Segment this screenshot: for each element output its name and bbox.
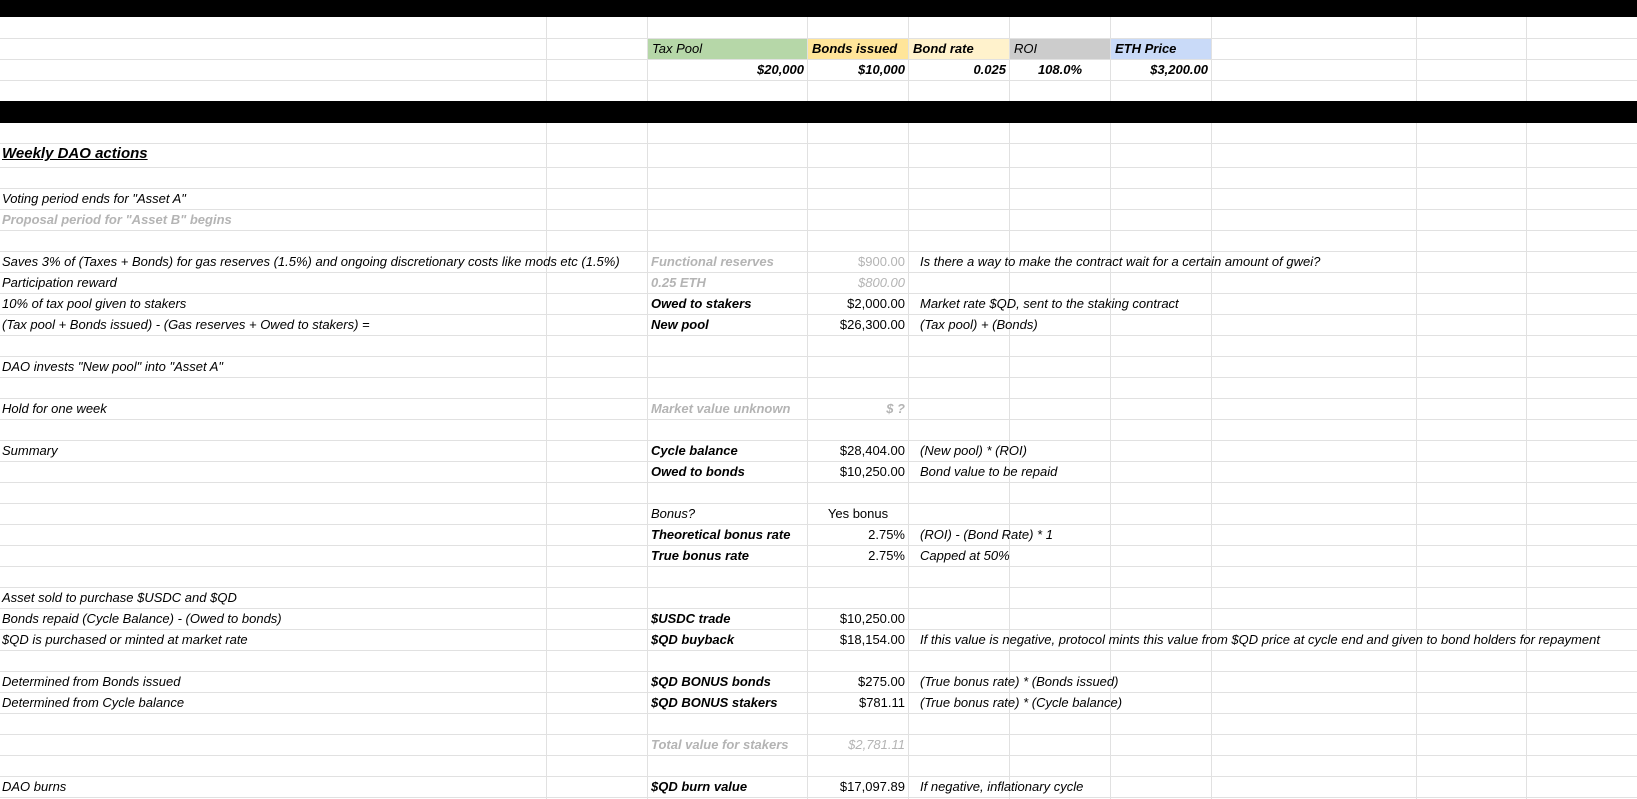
theoretical-bonus-note[interactable]: (ROI) - (Bond Rate) * 1: [920, 525, 1053, 545]
stakers-note[interactable]: Market rate $QD, sent to the staking con…: [920, 294, 1179, 314]
proposal-desc[interactable]: Proposal period for "Asset B" begins: [2, 210, 232, 230]
reserves-note[interactable]: Is there a way to make the contract wait…: [920, 252, 1320, 272]
roi-value[interactable]: 108.0%: [1010, 60, 1110, 80]
participation-label[interactable]: 0.25 ETH: [651, 273, 706, 293]
grid-row-line: [0, 80, 1637, 81]
qd-bonus-bonds-label[interactable]: $QD BONUS bonds: [651, 672, 771, 692]
buyback-note[interactable]: If this value is negative, protocol mint…: [920, 630, 1600, 650]
bonus-stakers-desc[interactable]: Determined from Cycle balance: [2, 693, 184, 713]
new-pool-note[interactable]: (Tax pool) + (Bonds): [920, 315, 1038, 335]
functional-reserves-value[interactable]: $900.00: [808, 252, 905, 272]
total-stakers-label[interactable]: Total value for stakers: [651, 735, 789, 755]
cycle-balance-value[interactable]: $28,404.00: [808, 441, 905, 461]
grid-row-line: [0, 713, 1637, 714]
summary-desc[interactable]: Summary: [2, 441, 58, 461]
bond-rate-label[interactable]: Bond rate: [913, 39, 1007, 59]
theoretical-bonus-value[interactable]: 2.75%: [808, 525, 905, 545]
owed-bonds-label[interactable]: Owed to bonds: [651, 462, 745, 482]
owed-stakers-value[interactable]: $2,000.00: [808, 294, 905, 314]
top-black-bar: [0, 0, 1637, 17]
owed-bonds-value[interactable]: $10,250.00: [808, 462, 905, 482]
grid-row-line: [0, 143, 1637, 144]
functional-reserves-label[interactable]: Functional reserves: [651, 252, 774, 272]
bonus-bonds-note[interactable]: (True bonus rate) * (Bonds issued): [920, 672, 1118, 692]
new-pool-value[interactable]: $26,300.00: [808, 315, 905, 335]
grid-row-line: [0, 587, 1637, 588]
new-pool-label[interactable]: New pool: [651, 315, 709, 335]
market-value-value[interactable]: $ ?: [808, 399, 905, 419]
grid-row-line: [0, 335, 1637, 336]
eth-price-value[interactable]: $3,200.00: [1111, 60, 1208, 80]
grid-row-line: [0, 482, 1637, 483]
bonus-stakers-note[interactable]: (True bonus rate) * (Cycle balance): [920, 693, 1122, 713]
bonus-bonds-desc[interactable]: Determined from Bonds issued: [2, 672, 180, 692]
grid-row-line: [0, 797, 1637, 798]
total-stakers-value[interactable]: $2,781.11: [808, 735, 905, 755]
usdc-desc[interactable]: Bonds repaid (Cycle Balance) - (Owed to …: [2, 609, 282, 629]
cycle-balance-note[interactable]: (New pool) * (ROI): [920, 441, 1027, 461]
theoretical-bonus-label[interactable]: Theoretical bonus rate: [651, 525, 790, 545]
hold-desc[interactable]: Hold for one week: [2, 399, 107, 419]
bonus-value[interactable]: Yes bonus: [808, 504, 908, 524]
grid-row-line: [0, 209, 1637, 210]
stakers-desc[interactable]: 10% of tax pool given to stakers: [2, 294, 186, 314]
qd-bonus-bonds-value[interactable]: $275.00: [808, 672, 905, 692]
owed-stakers-label[interactable]: Owed to stakers: [651, 294, 751, 314]
true-bonus-label[interactable]: True bonus rate: [651, 546, 749, 566]
grid-row-line: [0, 230, 1637, 231]
roi-label[interactable]: ROI: [1014, 39, 1108, 59]
grid-row-line: [0, 419, 1637, 420]
saves-desc[interactable]: Saves 3% of (Taxes + Bonds) for gas rese…: [2, 252, 620, 272]
cycle-balance-label[interactable]: Cycle balance: [651, 441, 738, 461]
grid-row-line: [0, 167, 1637, 168]
usdc-trade-label[interactable]: $USDC trade: [651, 609, 730, 629]
usdc-trade-value[interactable]: $10,250.00: [808, 609, 905, 629]
grid-row-line: [0, 356, 1637, 357]
burns-desc[interactable]: DAO burns: [2, 777, 66, 797]
bonus-label[interactable]: Bonus?: [651, 504, 695, 524]
middle-black-bar: [0, 101, 1637, 123]
page-title[interactable]: Weekly DAO actions: [2, 144, 148, 164]
tax-pool-label[interactable]: Tax Pool: [652, 39, 802, 59]
asset-sold-desc[interactable]: Asset sold to purchase $USDC and $QD: [2, 588, 237, 608]
voting-desc[interactable]: Voting period ends for "Asset A": [2, 189, 186, 209]
burn-note[interactable]: If negative, inflationary cycle: [920, 777, 1083, 797]
market-value-label[interactable]: Market value unknown: [651, 399, 790, 419]
qd-buyback-value[interactable]: $18,154.00: [808, 630, 905, 650]
tax-pool-value[interactable]: $20,000: [648, 60, 804, 80]
participation-value[interactable]: $800.00: [808, 273, 905, 293]
owed-bonds-note[interactable]: Bond value to be repaid: [920, 462, 1057, 482]
true-bonus-value[interactable]: 2.75%: [808, 546, 905, 566]
qd-buyback-label[interactable]: $QD buyback: [651, 630, 734, 650]
participation-desc[interactable]: Participation reward: [2, 273, 117, 293]
invests-desc[interactable]: DAO invests "New pool" into "Asset A": [2, 357, 223, 377]
grid-row-line: [0, 566, 1637, 567]
qd-bonus-stakers-value[interactable]: $781.11: [808, 693, 905, 713]
spreadsheet-grid: Tax Pool Bonds issued Bond rate ROI ETH …: [0, 0, 1637, 799]
new-pool-desc[interactable]: (Tax pool + Bonds issued) - (Gas reserve…: [2, 315, 370, 335]
bond-rate-value[interactable]: 0.025: [909, 60, 1006, 80]
bonds-issued-label[interactable]: Bonds issued: [812, 39, 906, 59]
eth-price-label[interactable]: ETH Price: [1115, 39, 1209, 59]
grid-row-line: [0, 755, 1637, 756]
bonds-issued-value[interactable]: $10,000: [808, 60, 905, 80]
qd-burn-label[interactable]: $QD burn value: [651, 777, 747, 797]
grid-row-line: [0, 377, 1637, 378]
qd-burn-value[interactable]: $17,097.89: [808, 777, 905, 797]
grid-row-line: [0, 650, 1637, 651]
grid-row-line: [0, 188, 1637, 189]
buyback-desc[interactable]: $QD is purchased or minted at market rat…: [2, 630, 248, 650]
true-bonus-note[interactable]: Capped at 50%: [920, 546, 1010, 566]
qd-bonus-stakers-label[interactable]: $QD BONUS stakers: [651, 693, 777, 713]
